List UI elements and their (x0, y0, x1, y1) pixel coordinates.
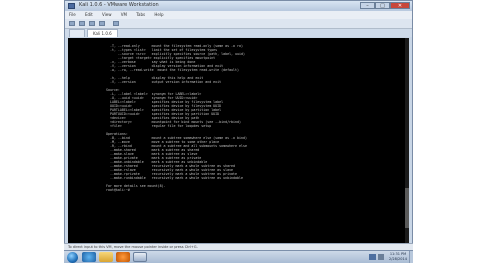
console-scrollbar[interactable] (405, 38, 409, 249)
console-output: -T, --read-only mount the filesystem rea… (106, 44, 405, 192)
revert-icon[interactable] (99, 21, 105, 26)
scrollbar-thumb[interactable] (405, 188, 409, 228)
close-icon[interactable]: ✕ (390, 2, 410, 9)
clock-date: 2/28/2014 (389, 256, 407, 261)
vmware-icon[interactable] (133, 252, 147, 262)
app-icon (68, 3, 75, 9)
vm-console[interactable]: -T, --read-only mount the filesystem rea… (68, 38, 409, 249)
fullscreen-icon[interactable] (113, 21, 119, 26)
menu-file[interactable]: File (69, 12, 76, 17)
tab-home[interactable] (69, 29, 85, 37)
show-desktop-button[interactable] (409, 251, 413, 263)
snapshot-icon[interactable] (89, 21, 95, 26)
suspend-icon[interactable] (79, 21, 85, 26)
media-player-icon[interactable] (116, 252, 130, 262)
taskbar: 11:31 PM 2/28/2014 (64, 250, 413, 263)
status-bar: To direct input to this VM, move the mou… (64, 243, 413, 250)
speaker-icon[interactable] (378, 254, 384, 260)
tab-strip: Kali 1.0.6 (65, 29, 412, 37)
menu-help[interactable]: Help (154, 12, 163, 17)
console-line: root@kali:~# (106, 188, 132, 192)
menu-tabs[interactable]: Tabs (136, 12, 145, 17)
maximize-icon[interactable]: □ (375, 2, 390, 9)
vmware-window[interactable]: Kali 1.0.6 - VMware Workstation – □ ✕ Fi… (64, 0, 413, 250)
menu-bar: File Edit View VM Tabs Help (65, 11, 412, 19)
window-title: Kali 1.0.6 - VMware Workstation (79, 2, 159, 8)
title-bar[interactable]: Kali 1.0.6 - VMware Workstation – □ ✕ (65, 1, 412, 11)
tray-clock[interactable]: 11:31 PM 2/28/2014 (386, 252, 410, 261)
menu-view[interactable]: View (102, 12, 112, 17)
minimize-icon[interactable]: – (360, 2, 375, 9)
power-icon[interactable] (69, 21, 75, 26)
internet-explorer-icon[interactable] (82, 252, 96, 262)
menu-edit[interactable]: Edit (85, 12, 93, 17)
menu-vm[interactable]: VM (121, 12, 127, 17)
tab-vm[interactable]: Kali 1.0.6 (87, 29, 118, 37)
start-orb-icon[interactable] (67, 252, 78, 263)
folder-icon[interactable] (99, 252, 113, 262)
action-center-flag-icon[interactable] (369, 254, 376, 260)
toolbar (65, 19, 412, 29)
